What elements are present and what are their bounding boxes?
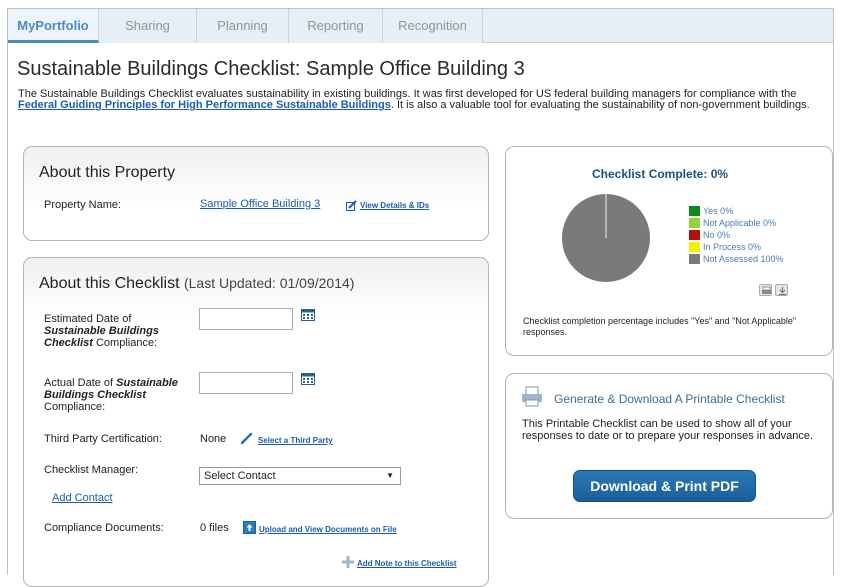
tab-sharing[interactable]: Sharing — [99, 9, 197, 43]
download-print-pdf-button[interactable]: Download & Print PDF — [573, 470, 756, 502]
estimated-date-label: Estimated Date of Sustainable Buildings … — [44, 313, 194, 349]
completion-note: Checklist completion percentage includes… — [523, 316, 797, 337]
legend-item: Not Assessed 100% — [689, 254, 784, 265]
compliance-documents-count: 0 files — [200, 522, 229, 534]
chevron-down-icon: ▼ — [386, 471, 394, 480]
actual-date-label: Actual Date of Sustainable Buildings Che… — [44, 377, 194, 413]
legend-label: No 0% — [703, 230, 731, 240]
checklist-title-text: About this Checklist — [39, 275, 180, 292]
checklist-panel — [23, 257, 489, 587]
add-note-link[interactable]: Add Note to this Checklist — [357, 559, 457, 568]
checklist-panel-title: About this Checklist (Last Updated: 01/0… — [39, 275, 354, 293]
completion-title: Checklist Complete: 0% — [592, 167, 729, 181]
guiding-principles-link[interactable]: Federal Guiding Principles for High Perf… — [18, 99, 391, 111]
actual-date-label-line3: Buildings Checklist — [44, 389, 147, 401]
edit-details-icon[interactable] — [346, 200, 357, 211]
printable-title: Generate & Download A Printable Checklis… — [554, 392, 785, 406]
legend-swatch — [689, 206, 700, 216]
upload-documents-link[interactable]: Upload and View Documents on File — [259, 525, 397, 534]
estimated-date-label-line1: Estimated Date of — [44, 313, 132, 325]
property-panel-title: About this Property — [39, 164, 176, 181]
pencil-icon[interactable] — [240, 432, 253, 445]
legend-item: No 0% — [689, 230, 730, 241]
tab-reporting[interactable]: Reporting — [289, 9, 383, 43]
third-party-label: Third Party Certification: — [44, 433, 162, 445]
select-third-party-link[interactable]: Select a Third Party — [258, 436, 333, 445]
view-details-link[interactable]: View Details & IDs — [360, 201, 429, 210]
tab-planning[interactable]: Planning — [197, 9, 289, 43]
legend-item: Not Applicable 0% — [689, 218, 776, 229]
calendar-icon[interactable] — [301, 308, 315, 321]
property-name-link[interactable]: Sample Office Building 3 — [200, 198, 320, 210]
print-chart-button[interactable] — [759, 284, 772, 296]
top-nav: MyPortfolio Sharing Planning Reporting R… — [8, 9, 833, 43]
property-name-label: Property Name: — [44, 199, 122, 211]
legend-label: Not Assessed 100% — [703, 254, 784, 264]
legend-label: In Process 0% — [703, 242, 762, 252]
printer-icon — [522, 386, 542, 407]
checklist-manager-label: Checklist Manager: — [44, 464, 139, 476]
upload-icon[interactable] — [243, 521, 256, 534]
actual-date-label-line2: Sustainable — [116, 377, 178, 389]
download-icon — [779, 287, 786, 296]
estimated-date-label-line4: Compliance: — [92, 337, 158, 349]
legend-swatch — [689, 254, 700, 264]
legend-label: Not Applicable 0% — [703, 218, 777, 228]
legend-swatch — [689, 242, 700, 252]
page-title: Sustainable Buildings Checklist: Sample … — [17, 58, 525, 80]
legend-swatch — [689, 230, 700, 240]
estimated-date-label-line3: Checklist — [44, 337, 93, 349]
compliance-documents-label: Compliance Documents: — [44, 522, 164, 534]
download-chart-button[interactable] — [775, 284, 788, 296]
checklist-manager-select-value: Select Contact — [204, 470, 276, 482]
legend-label: Yes 0% — [703, 206, 734, 216]
printable-description: This Printable Checklist can be used to … — [522, 418, 814, 442]
add-note-icon[interactable] — [342, 556, 354, 568]
printer-icon — [762, 286, 771, 294]
completion-pie-chart — [562, 194, 650, 282]
estimated-date-label-line2: Sustainable Buildings — [44, 325, 159, 337]
last-updated-text: (Last Updated: 01/09/2014) — [183, 275, 355, 291]
estimated-date-input[interactable] — [199, 308, 293, 330]
legend-item: In Process 0% — [689, 242, 761, 253]
third-party-value: None — [200, 433, 227, 445]
intro-text-end: . It is also a valuable tool for evaluat… — [390, 99, 810, 111]
property-panel — [23, 146, 489, 241]
checklist-manager-select[interactable]: Select Contact ▼ — [199, 467, 401, 485]
legend-swatch — [689, 218, 700, 228]
actual-date-input[interactable] — [199, 372, 293, 394]
legend-item: Yes 0% — [689, 206, 733, 217]
tab-myportfolio[interactable]: MyPortfolio — [8, 9, 99, 43]
intro-text: The Sustainable Buildings Checklist eval… — [18, 89, 818, 111]
add-contact-link[interactable]: Add Contact — [52, 492, 113, 504]
tab-recognition[interactable]: Recognition — [383, 9, 483, 43]
calendar-icon[interactable] — [301, 372, 315, 385]
actual-date-label-line4: Compliance: — [44, 401, 106, 413]
actual-date-label-line1: Actual Date of — [44, 377, 117, 389]
